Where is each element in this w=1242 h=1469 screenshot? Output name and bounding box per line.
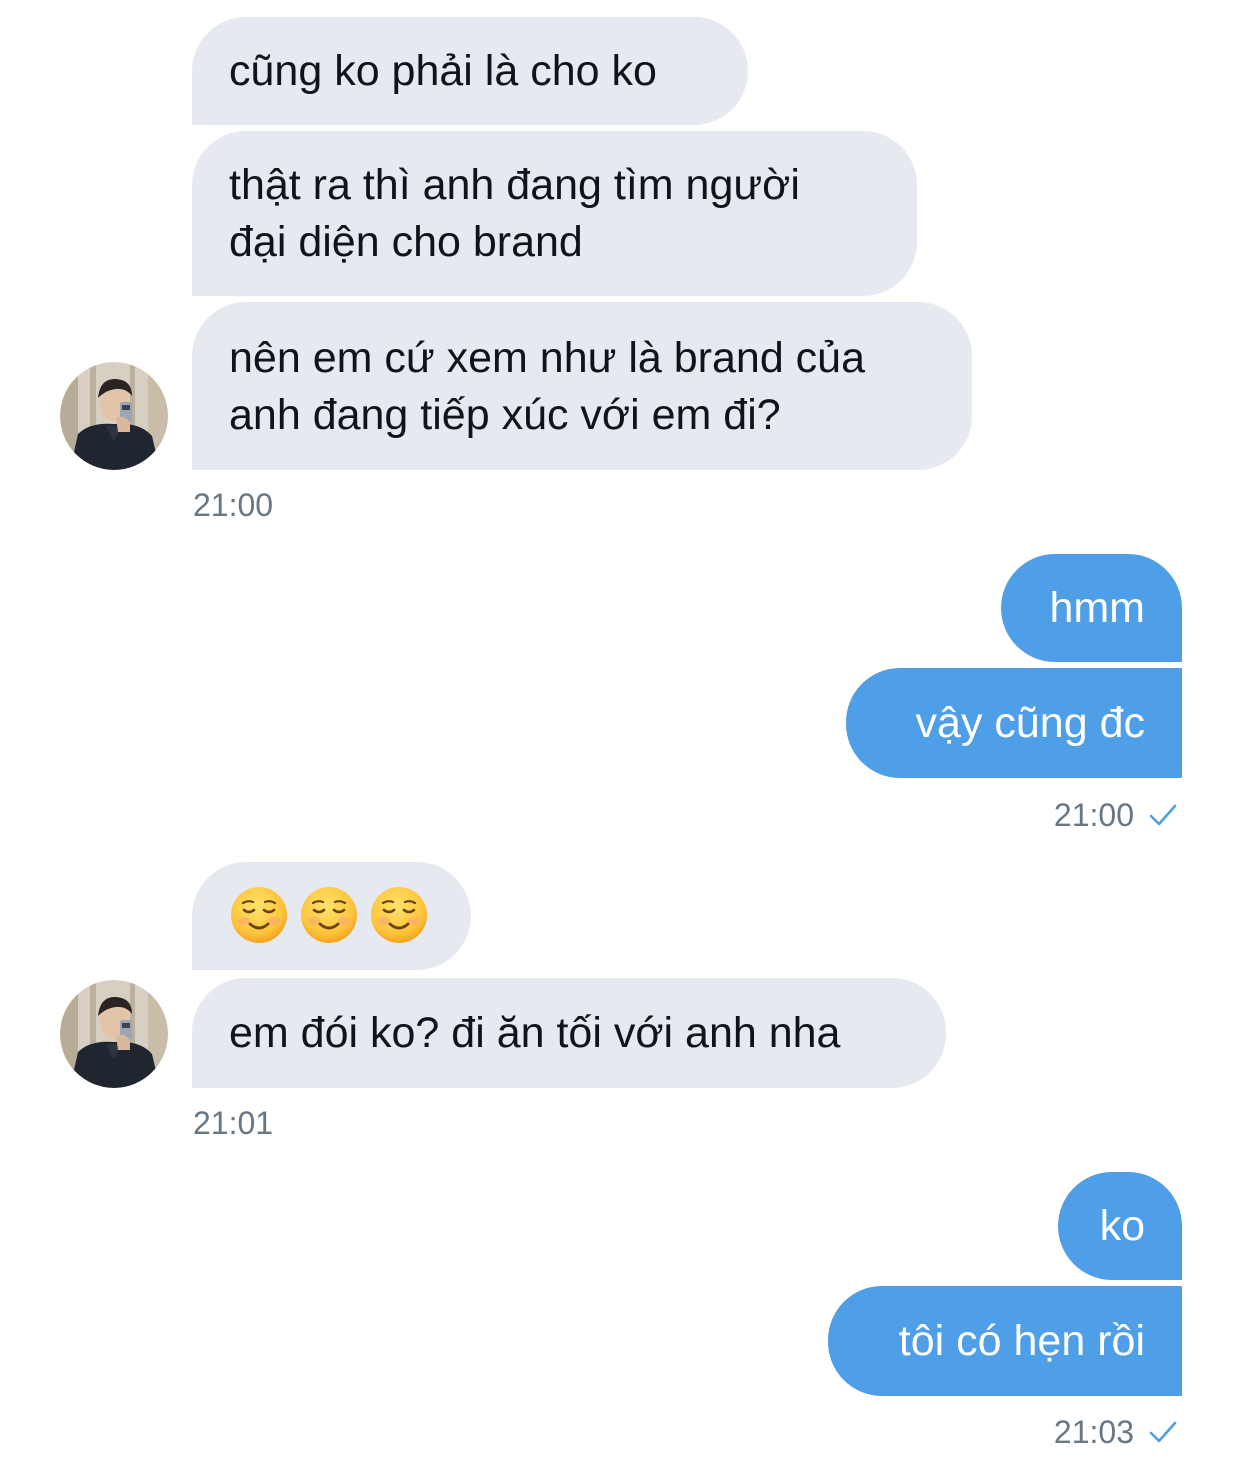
sent-checkmark-icon [1148, 803, 1178, 827]
outgoing-message-bubble[interactable]: vậy cũng đc [846, 668, 1182, 778]
incoming-message-bubble[interactable]: nên em cứ xem như là brand của anh đang … [192, 302, 972, 470]
message-timestamp: 21:00 [193, 487, 274, 523]
message-text: cũng ko phải là cho ko [229, 47, 657, 95]
message-timestamp: 21:01 [193, 1105, 274, 1141]
outgoing-message-bubble[interactable]: tôi có hẹn rồi [828, 1286, 1182, 1396]
message-text: vậy cũng đc [915, 699, 1145, 747]
message-text: anh đang tiếp xúc với em đi? [229, 391, 781, 439]
outgoing-message-bubble[interactable]: ko [1058, 1172, 1182, 1280]
message-text: đại diện cho brand [229, 218, 583, 266]
message-timestamp: 21:00 [1053, 797, 1134, 833]
sent-checkmark-icon [1148, 1420, 1178, 1444]
message-text: ko [1099, 1202, 1145, 1250]
smiling-face-icon [230, 886, 288, 944]
message-text: tôi có hẹn rồi [898, 1317, 1145, 1365]
outgoing-message-bubble[interactable]: hmm [1001, 554, 1182, 662]
smiling-face-icon [370, 886, 428, 944]
message-text: em đói ko? đi ăn tối với anh nha [229, 1009, 841, 1057]
message-text: hmm [1049, 584, 1145, 632]
message-text: thật ra thì anh đang tìm người [229, 161, 800, 209]
smiling-face-icon [300, 886, 358, 944]
sender-avatar[interactable] [60, 362, 168, 470]
emoji-row [230, 886, 428, 944]
incoming-message-bubble[interactable]: thật ra thì anh đang tìm người đại diện … [192, 131, 917, 296]
message-timestamp: 21:03 [1053, 1414, 1134, 1450]
message-text: nên em cứ xem như là brand của [229, 334, 866, 382]
incoming-message-bubble[interactable]: cũng ko phải là cho ko [192, 17, 748, 125]
incoming-message-bubble[interactable]: em đói ko? đi ăn tối với anh nha [192, 978, 946, 1088]
sender-avatar[interactable] [60, 980, 168, 1088]
